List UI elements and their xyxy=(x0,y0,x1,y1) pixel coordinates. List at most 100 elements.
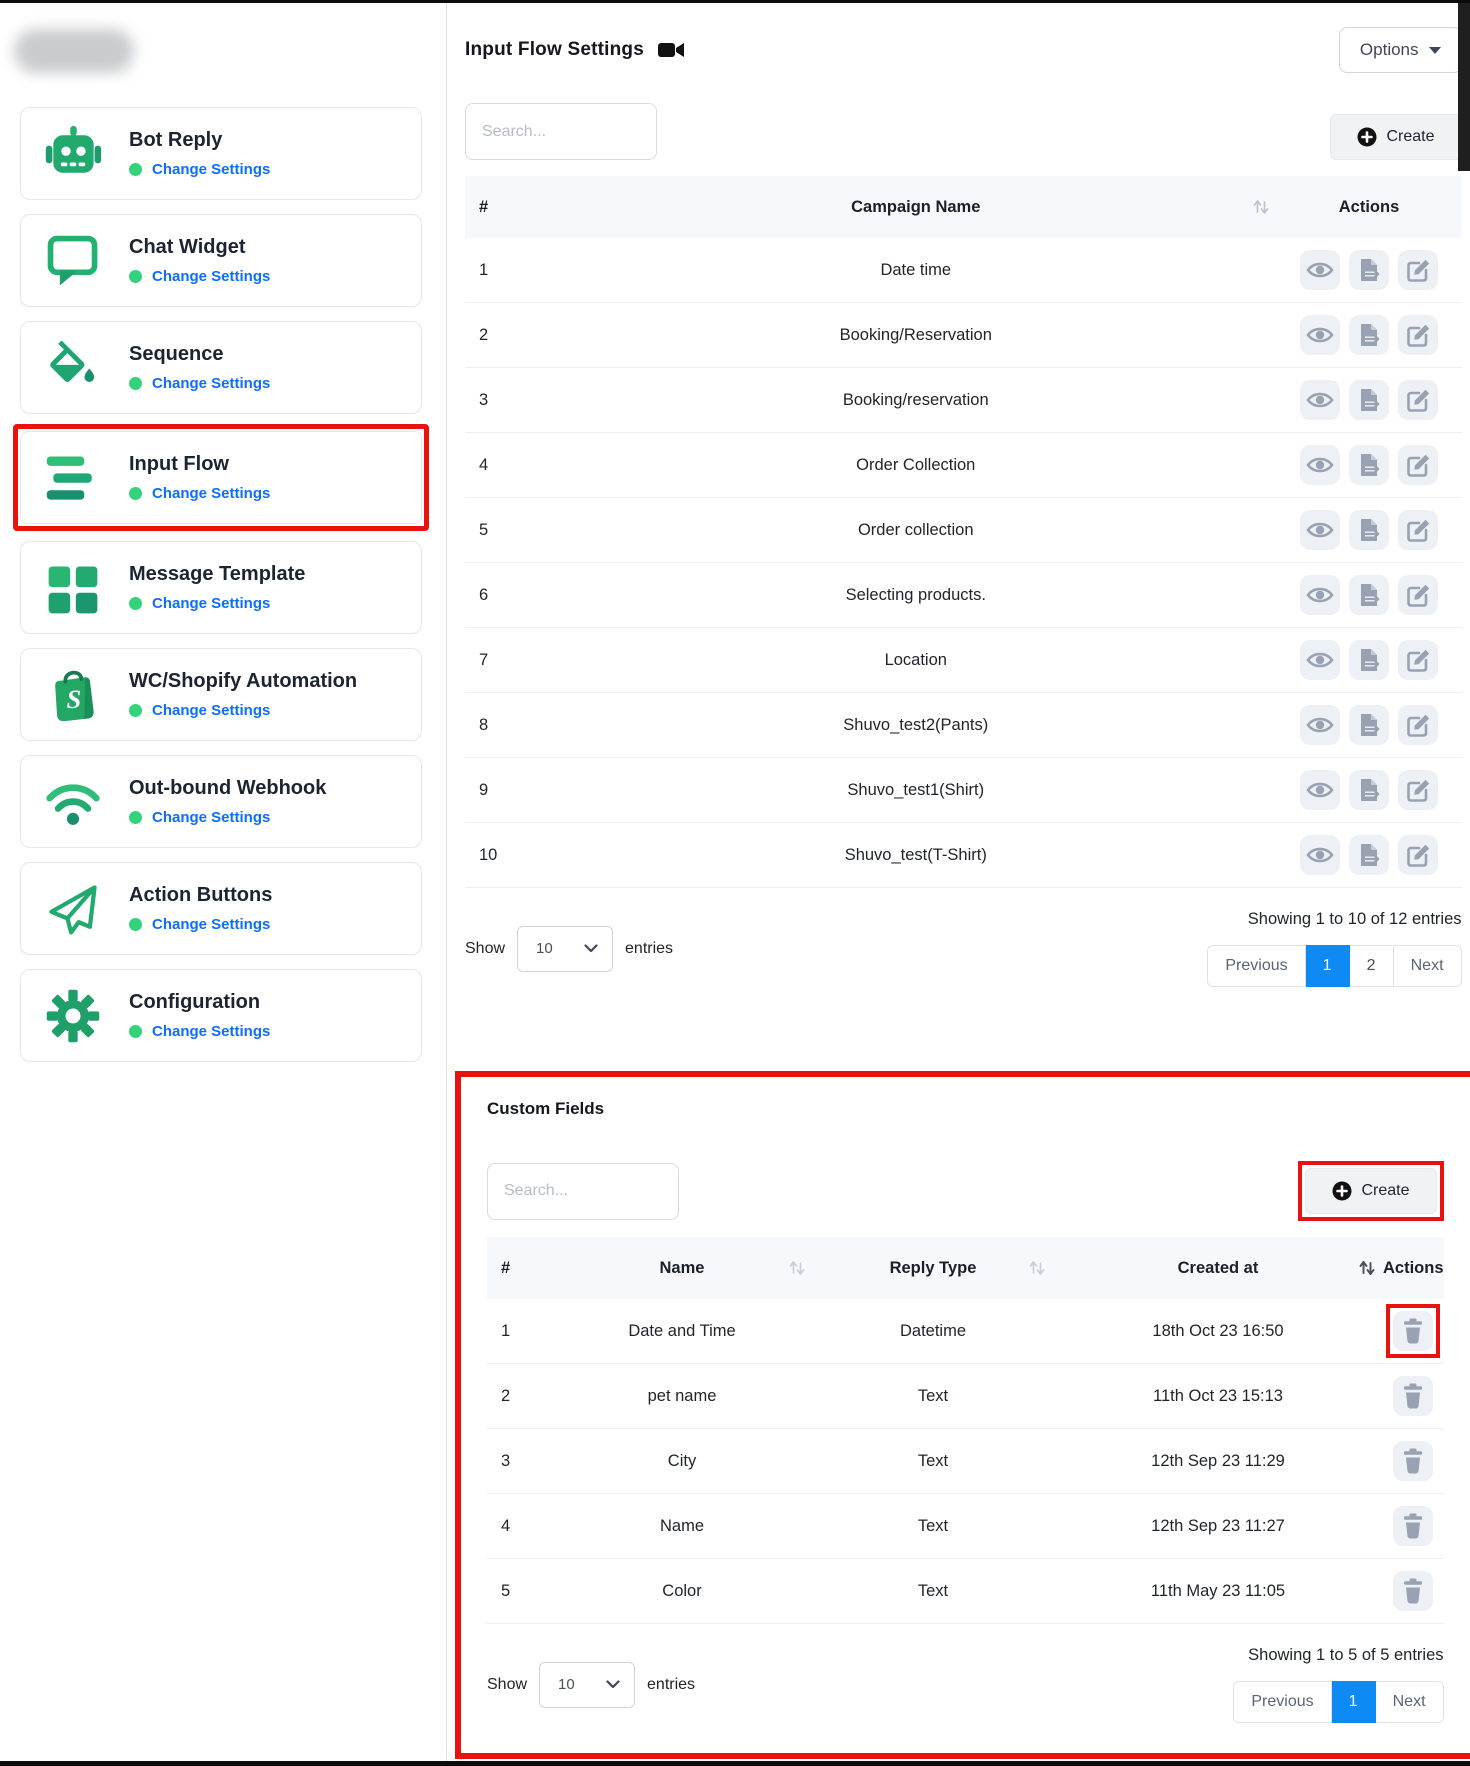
edit-button[interactable] xyxy=(1398,510,1438,550)
row-num: 4 xyxy=(465,456,555,475)
show-label: Show xyxy=(465,940,505,958)
view-button[interactable] xyxy=(1300,705,1340,745)
edit-button[interactable] xyxy=(1398,250,1438,290)
export-button[interactable] xyxy=(1349,770,1389,810)
page-size-value: 10 xyxy=(536,940,553,957)
delete-button[interactable] xyxy=(1393,1506,1433,1546)
column-header-reply-type: Reply Type xyxy=(890,1259,977,1277)
view-button[interactable] xyxy=(1300,380,1340,420)
custom-fields-title: Custom Fields xyxy=(487,1099,1444,1119)
delete-button[interactable] xyxy=(1393,1441,1433,1481)
sidebar-item-sequence[interactable]: Sequence Change Settings xyxy=(20,321,422,414)
custom-fields-search-input[interactable] xyxy=(487,1163,679,1220)
column-header-created-at: Created at xyxy=(1178,1259,1259,1277)
sort-icon[interactable] xyxy=(1251,197,1271,217)
delete-button[interactable] xyxy=(1393,1311,1433,1351)
view-button[interactable] xyxy=(1300,835,1340,875)
view-button[interactable] xyxy=(1300,315,1340,355)
page-size-select[interactable]: 10 xyxy=(539,1662,635,1708)
video-tutorial-icon[interactable] xyxy=(658,40,684,60)
status-dot xyxy=(129,163,142,176)
change-settings-link[interactable]: Change Settings xyxy=(152,268,270,285)
page-size-select[interactable]: 10 xyxy=(517,926,613,972)
scrollbar-thumb[interactable] xyxy=(1458,3,1470,171)
export-button[interactable] xyxy=(1349,705,1389,745)
edit-button[interactable] xyxy=(1398,445,1438,485)
edit-button[interactable] xyxy=(1398,315,1438,355)
row-num: 7 xyxy=(465,651,555,670)
edit-icon xyxy=(1405,258,1431,283)
export-button[interactable] xyxy=(1349,835,1389,875)
change-settings-link[interactable]: Change Settings xyxy=(152,161,270,178)
chevron-down-icon xyxy=(606,1680,620,1689)
options-button[interactable]: Options xyxy=(1339,27,1462,73)
previous-page-button[interactable]: Previous xyxy=(1233,1681,1331,1723)
page-button-2[interactable]: 2 xyxy=(1350,945,1394,987)
status-dot xyxy=(129,270,142,283)
row-num: 5 xyxy=(487,1582,551,1601)
export-button[interactable] xyxy=(1349,510,1389,550)
delete-button[interactable] xyxy=(1393,1571,1433,1611)
change-settings-link[interactable]: Change Settings xyxy=(152,809,270,826)
sidebar-item-chat-widget[interactable]: Chat Widget Change Settings xyxy=(20,214,422,307)
view-button[interactable] xyxy=(1300,770,1340,810)
caret-down-icon xyxy=(1429,47,1441,54)
sort-icon[interactable] xyxy=(787,1258,807,1278)
sidebar-item-label: Input Flow xyxy=(129,453,270,476)
export-button[interactable] xyxy=(1349,380,1389,420)
change-settings-link[interactable]: Change Settings xyxy=(152,702,270,719)
status-dot xyxy=(129,918,142,931)
table-row: 3 Booking/reservation xyxy=(465,368,1462,433)
view-button[interactable] xyxy=(1300,250,1340,290)
next-page-button[interactable]: Next xyxy=(1376,1681,1444,1723)
edit-button[interactable] xyxy=(1398,575,1438,615)
sidebar-item-outbound-webhook[interactable]: Out-bound Webhook Change Settings xyxy=(20,755,422,848)
custom-fields-create-button[interactable]: Create xyxy=(1305,1168,1436,1214)
change-settings-link[interactable]: Change Settings xyxy=(152,375,270,392)
sidebar-item-bot-reply[interactable]: Bot Reply Change Settings xyxy=(20,107,422,200)
export-button[interactable] xyxy=(1349,575,1389,615)
sidebar-item-label: Configuration xyxy=(129,991,270,1014)
change-settings-link[interactable]: Change Settings xyxy=(152,1023,270,1040)
next-page-button[interactable]: Next xyxy=(1394,945,1462,987)
change-settings-link[interactable]: Change Settings xyxy=(152,595,270,612)
sort-icon[interactable] xyxy=(1027,1258,1047,1278)
change-settings-link[interactable]: Change Settings xyxy=(152,916,270,933)
edit-button[interactable] xyxy=(1398,640,1438,680)
export-button[interactable] xyxy=(1349,640,1389,680)
created-at: 18th Oct 23 16:50 xyxy=(1053,1322,1383,1341)
change-settings-link[interactable]: Change Settings xyxy=(152,485,270,502)
sidebar-item-label: Out-bound Webhook xyxy=(129,777,326,800)
sidebar-item-action-buttons[interactable]: Action Buttons Change Settings xyxy=(20,862,422,955)
sidebar-item-wc-shopify-automation[interactable]: WC/Shopify Automation Change Settings xyxy=(20,648,422,741)
create-button-label: Create xyxy=(1361,1182,1409,1200)
export-button[interactable] xyxy=(1349,445,1389,485)
sidebar-item-message-template[interactable]: Message Template Change Settings xyxy=(20,541,422,634)
delete-button[interactable] xyxy=(1393,1376,1433,1416)
edit-button[interactable] xyxy=(1398,705,1438,745)
previous-page-button[interactable]: Previous xyxy=(1207,945,1305,987)
campaigns-create-button[interactable]: Create xyxy=(1330,114,1461,160)
page-button-1[interactable]: 1 xyxy=(1306,945,1350,987)
view-button[interactable] xyxy=(1300,445,1340,485)
campaigns-search-input[interactable] xyxy=(465,103,657,160)
export-button[interactable] xyxy=(1349,250,1389,290)
sidebar-item-input-flow[interactable]: Input Flow Change Settings xyxy=(20,431,422,524)
edit-button[interactable] xyxy=(1398,835,1438,875)
view-button[interactable] xyxy=(1300,640,1340,680)
table-row: 1 Date time xyxy=(465,238,1462,303)
field-name: pet name xyxy=(551,1387,813,1406)
edit-button[interactable] xyxy=(1398,380,1438,420)
shopify-bag-icon xyxy=(43,665,103,725)
page-button-1[interactable]: 1 xyxy=(1332,1681,1376,1723)
export-button[interactable] xyxy=(1349,315,1389,355)
view-button[interactable] xyxy=(1300,575,1340,615)
file-export-icon xyxy=(1356,647,1382,673)
sort-icon-active[interactable] xyxy=(1357,1258,1377,1278)
sidebar-item-configuration[interactable]: Configuration Change Settings xyxy=(20,969,422,1062)
edit-button[interactable] xyxy=(1398,770,1438,810)
robot-icon xyxy=(43,124,103,184)
view-button[interactable] xyxy=(1300,510,1340,550)
options-button-label: Options xyxy=(1360,40,1419,60)
campaign-name: Shuvo_test2(Pants) xyxy=(555,716,1277,735)
